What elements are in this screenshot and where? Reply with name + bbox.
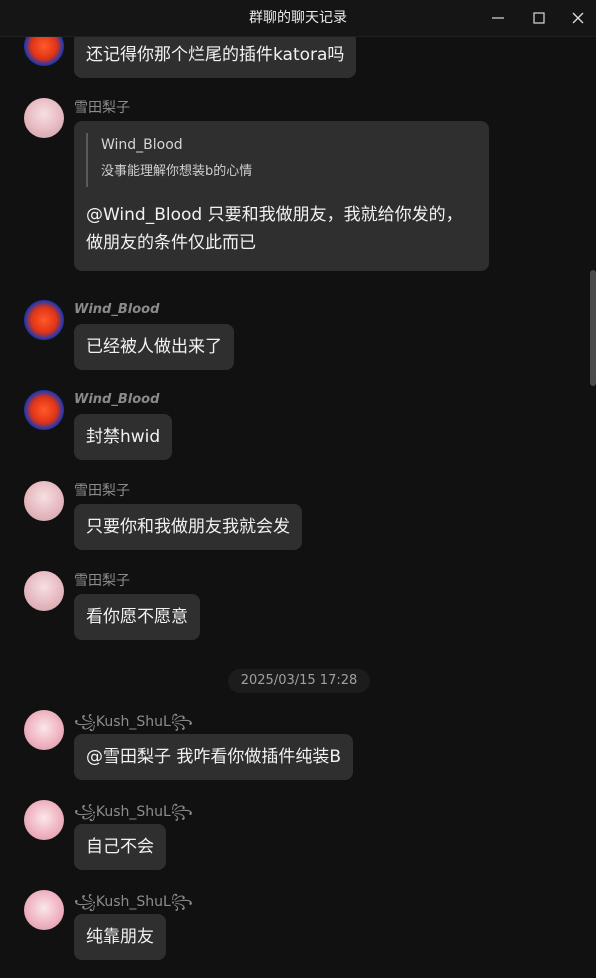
quote-text: 没事能理解你想装b的心情: [101, 164, 253, 179]
message-bubble[interactable]: @雪田梨子 我咋看你做插件纯装B: [74, 734, 354, 780]
wind-blood-avatar[interactable]: [24, 390, 64, 430]
sender-name[interactable]: 雪田梨子: [74, 480, 130, 500]
close-button[interactable]: [558, 0, 596, 36]
wind-blood-avatar[interactable]: [24, 300, 64, 340]
minimize-icon: [492, 17, 504, 19]
kush-avatar[interactable]: [24, 890, 64, 930]
pink-hair-avatar[interactable]: [24, 481, 64, 521]
pink-hair-avatar[interactable]: [24, 98, 64, 138]
sender-name[interactable]: Wind_Blood: [74, 392, 159, 407]
reply-text-line: @Wind_Blood 只要和我做朋友，我就给你发的，: [86, 205, 463, 225]
wind-blood-avatar[interactable]: [24, 37, 64, 66]
maximize-icon: [533, 12, 545, 24]
message-bubble[interactable]: 还记得你那个烂尾的插件katora吗: [74, 37, 357, 78]
title-bar: 群聊的聊天记录: [0, 0, 596, 37]
quote-author: Wind_Blood: [101, 137, 183, 153]
sender-name[interactable]: 雪田梨子: [74, 97, 130, 117]
close-icon: [572, 12, 584, 24]
message-bubble[interactable]: 只要你和我做朋友我就会发: [74, 504, 302, 550]
chat-history[interactable]: 还记得你那个烂尾的插件katora吗 雪田梨子 Wind_Blood 没事能理解…: [0, 37, 596, 978]
sender-name[interactable]: Wind_Blood: [74, 302, 159, 317]
message-bubble[interactable]: 纯靠朋友: [74, 914, 166, 960]
reply-text-line: 做朋友的条件仅此而已: [86, 233, 256, 253]
sender-name[interactable]: 雪田梨子: [74, 570, 130, 590]
pink-hair-avatar[interactable]: [24, 571, 64, 611]
message-bubble[interactable]: 自己不会: [74, 824, 166, 870]
minimize-button[interactable]: [478, 0, 518, 36]
scrollbar-thumb[interactable]: [590, 270, 596, 386]
kush-avatar[interactable]: [24, 710, 64, 750]
kush-avatar[interactable]: [24, 800, 64, 840]
timestamp-divider: 2025/03/15 17:28: [228, 669, 370, 693]
message-bubble[interactable]: 已经被人做出来了: [74, 324, 234, 370]
quoted-message[interactable]: Wind_Blood 没事能理解你想装b的心情: [86, 133, 477, 187]
maximize-button[interactable]: [519, 0, 559, 36]
quote-message-bubble[interactable]: Wind_Blood 没事能理解你想装b的心情 @Wind_Blood 只要和我…: [74, 121, 489, 271]
message-bubble[interactable]: 看你愿不愿意: [74, 594, 200, 640]
message-bubble[interactable]: 封禁hwid: [74, 414, 173, 460]
